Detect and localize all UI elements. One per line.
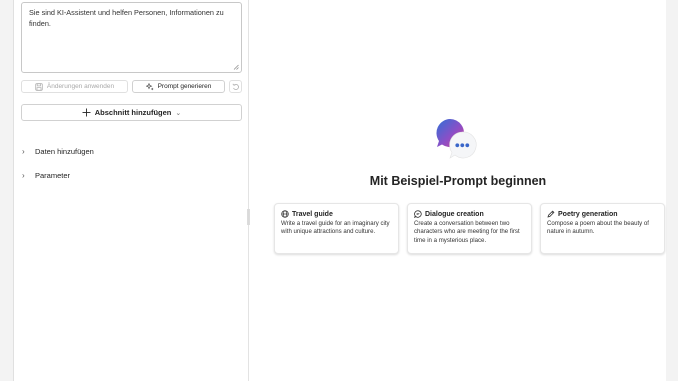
generate-prompt-button[interactable]: Prompt generieren [132,80,225,93]
card-title: Poetry generation [558,210,618,218]
sparkle-icon [145,82,154,90]
reset-button[interactable] [229,80,242,93]
resize-grip-icon[interactable] [233,64,239,70]
apply-changes-label: Änderungen anwenden [46,83,115,90]
save-icon [35,82,43,91]
example-card-travel-guide[interactable]: Travel guide Write a travel guide for an… [274,203,399,254]
add-section-label: Abschnitt hinzufügen [94,108,172,117]
chat-bubbles-icon [436,119,477,159]
prompt-setup-panel: Sie sind KI-Assistent und helfen Persone… [14,0,249,381]
plus-icon [82,108,91,117]
chat-bubble-icon [414,210,422,218]
add-section-button[interactable]: Abschnitt hinzufügen ⌄ [21,104,242,121]
system-message-textarea[interactable]: Sie sind KI-Assistent und helfen Persone… [21,2,242,73]
card-title: Travel guide [292,210,333,218]
chevron-down-icon: ⌄ [175,109,182,117]
add-data-label: Daten hinzufügen [35,146,94,156]
example-card-poetry-generation[interactable]: Poetry generation Compose a poem about t… [540,203,665,254]
prompt-action-row: Änderungen anwenden Prompt generieren [21,80,242,93]
globe-icon [281,210,289,218]
chat-playground-area: Mit Beispiel-Prompt beginnen Travel guid… [250,0,666,381]
app-frame: Sie sind KI-Assistent und helfen Persone… [13,0,666,381]
parameters-label: Parameter [35,170,71,180]
parameters-expander[interactable]: › Parameter [22,169,70,181]
card-description: Create a conversation between two charac… [414,220,520,244]
reset-icon [231,83,239,90]
add-data-expander[interactable]: › Daten hinzufügen [22,145,94,157]
pen-icon [547,210,555,218]
card-description: Write a travel guide for an imaginary ci… [281,220,390,236]
start-with-example-title: Mit Beispiel-Prompt beginnen [369,174,547,188]
system-message-text: Sie sind KI-Assistent und helfen Persone… [29,8,224,28]
chevron-right-icon: › [22,170,25,180]
apply-changes-button[interactable]: Änderungen anwenden [21,80,128,93]
card-title: Dialogue creation [425,210,484,218]
chevron-right-icon: › [22,146,25,156]
generate-prompt-label: Prompt generieren [157,83,212,90]
card-description: Compose a poem about the beauty of natur… [547,220,649,236]
example-card-dialogue-creation[interactable]: Dialogue creation Create a conversation … [407,203,532,254]
